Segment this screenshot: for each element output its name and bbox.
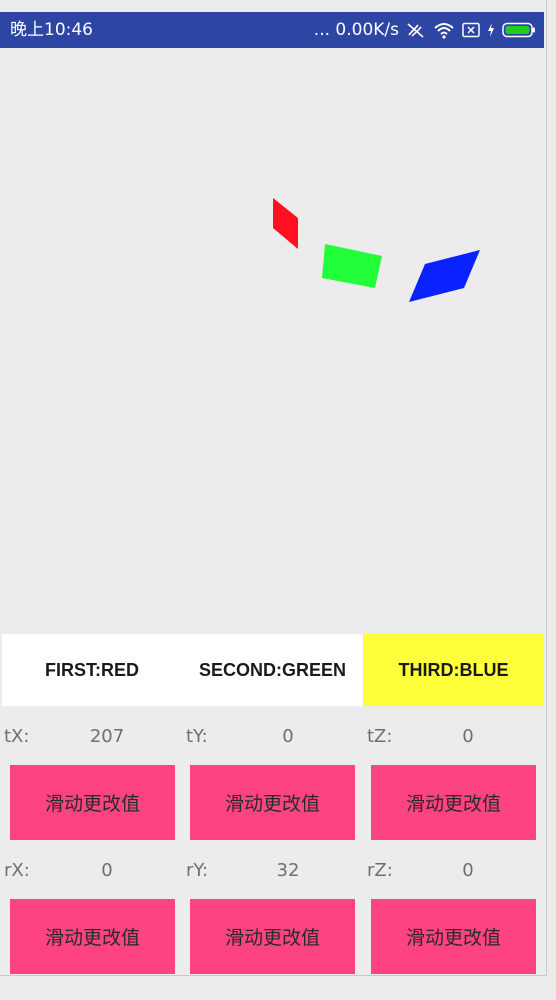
- ty-slide-button[interactable]: 滑动更改值: [190, 765, 355, 840]
- wifi-icon: [433, 21, 455, 39]
- ty-value: 0: [282, 726, 294, 747]
- signal-muted-icon: [406, 21, 426, 39]
- tz-value: 0: [462, 726, 474, 747]
- status-time: 晚上10:46: [10, 20, 93, 40]
- rx-value: 0: [101, 860, 113, 881]
- translate-values-row: tX: 207 tY: 0 tZ: 0: [0, 726, 544, 756]
- rx-slide-button[interactable]: 滑动更改值: [10, 899, 175, 974]
- ry-value: 32: [276, 860, 300, 881]
- ry-slide-button[interactable]: 滑动更改值: [190, 899, 355, 974]
- network-speed: ... 0.00K/s: [313, 20, 399, 40]
- ry-label: rY:: [186, 860, 209, 881]
- tz-label: tZ:: [367, 726, 393, 747]
- charging-icon: [487, 22, 495, 38]
- rz-label: rZ:: [367, 860, 393, 881]
- green-plane: [322, 244, 382, 288]
- tx-label: tX:: [4, 726, 30, 747]
- sim-off-icon: [462, 22, 480, 38]
- render-canvas[interactable]: [0, 48, 544, 632]
- tab-first-red[interactable]: FIRST:RED: [2, 634, 182, 706]
- rx-label: rX:: [4, 860, 30, 881]
- status-icons: ... 0.00K/s: [314, 19, 536, 41]
- rotate-values-row: rX: 0 rY: 32 rZ: 0: [0, 860, 544, 890]
- red-plane: [273, 198, 298, 249]
- plane-selector-tabs: FIRST:RED SECOND:GREEN THIRD:BLUE: [2, 634, 544, 706]
- rz-slide-button[interactable]: 滑动更改值: [371, 899, 536, 974]
- status-bar: 晚上10:46 ... 0.00K/s: [0, 12, 544, 48]
- tx-slide-button[interactable]: 滑动更改值: [10, 765, 175, 840]
- tz-slide-button[interactable]: 滑动更改值: [371, 765, 536, 840]
- tx-value: 207: [89, 726, 125, 747]
- battery-icon: [502, 22, 536, 38]
- app-screen: 晚上10:46 ... 0.00K/s FIRST:RED SECOND:GRE…: [0, 0, 547, 976]
- blue-plane: [409, 250, 480, 302]
- tab-second-green[interactable]: SECOND:GREEN: [182, 634, 363, 706]
- tab-third-blue[interactable]: THIRD:BLUE: [363, 634, 544, 706]
- rz-value: 0: [462, 860, 474, 881]
- ty-label: tY:: [186, 726, 208, 747]
